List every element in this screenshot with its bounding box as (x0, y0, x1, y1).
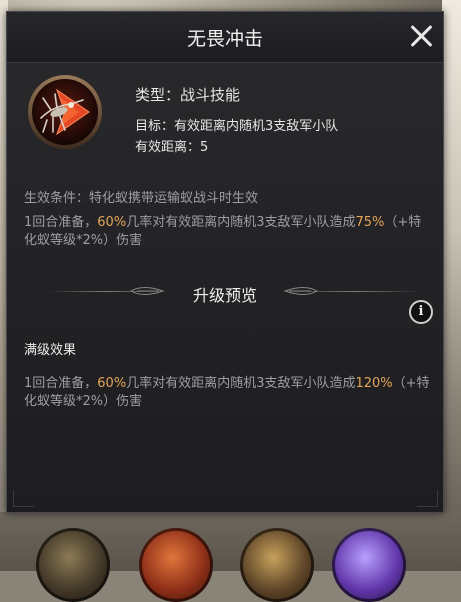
effect-mid: 几率对有效距离内随机3支敌军小队造成 (126, 215, 356, 230)
close-icon[interactable] (407, 21, 437, 51)
effect-damage: 75% (355, 215, 385, 230)
skill-slot-1[interactable] (36, 528, 110, 602)
effect-rate: 60% (97, 215, 127, 230)
max-effect-rate: 60% (97, 376, 127, 391)
panel-title: 无畏冲击 (186, 28, 263, 50)
max-effect-mid: 几率对有效距离内随机3支敌军小队造成 (126, 376, 356, 391)
max-effect-damage: 120% (355, 376, 393, 391)
effect-prefix: 1回合准备， (24, 215, 98, 230)
skill-detail-panel: 无畏冲击 类型：战斗技能 目标：有效距离内随机3支敌军小队 有效距离：5 生效条… (6, 11, 444, 513)
background-right-edge (442, 0, 461, 571)
info-icon[interactable]: i (409, 300, 433, 324)
skill-target: 目标：有效距离内随机3支敌军小队 (135, 119, 339, 134)
activation-condition: 生效条件：特化蚁携带运输蚁战斗时生效 (24, 191, 259, 206)
skill-slot-4[interactable] (332, 528, 406, 602)
corner-ornament-left (13, 490, 34, 507)
skill-range: 有效距离：5 (135, 140, 209, 155)
skill-type: 类型：战斗技能 (135, 86, 241, 104)
max-level-effect: 1回合准备，60%几率对有效距离内随机3支敌军小队造成120%（+特化蚁等级*2… (24, 375, 434, 411)
skill-slot-3[interactable] (240, 528, 314, 602)
max-effect-prefix: 1回合准备， (24, 376, 98, 391)
current-effect: 1回合准备，60%几率对有效距离内随机3支敌军小队造成75%（+特化蚁等级*2%… (24, 214, 434, 250)
upgrade-preview-title: 升级预览 (192, 286, 257, 305)
corner-ornament-right (417, 490, 438, 507)
skill-slot-2[interactable] (139, 528, 213, 602)
max-level-label: 满级效果 (24, 343, 77, 358)
panel-header: 无畏冲击 (7, 12, 443, 63)
swordfish-arrow-icon (27, 74, 103, 150)
